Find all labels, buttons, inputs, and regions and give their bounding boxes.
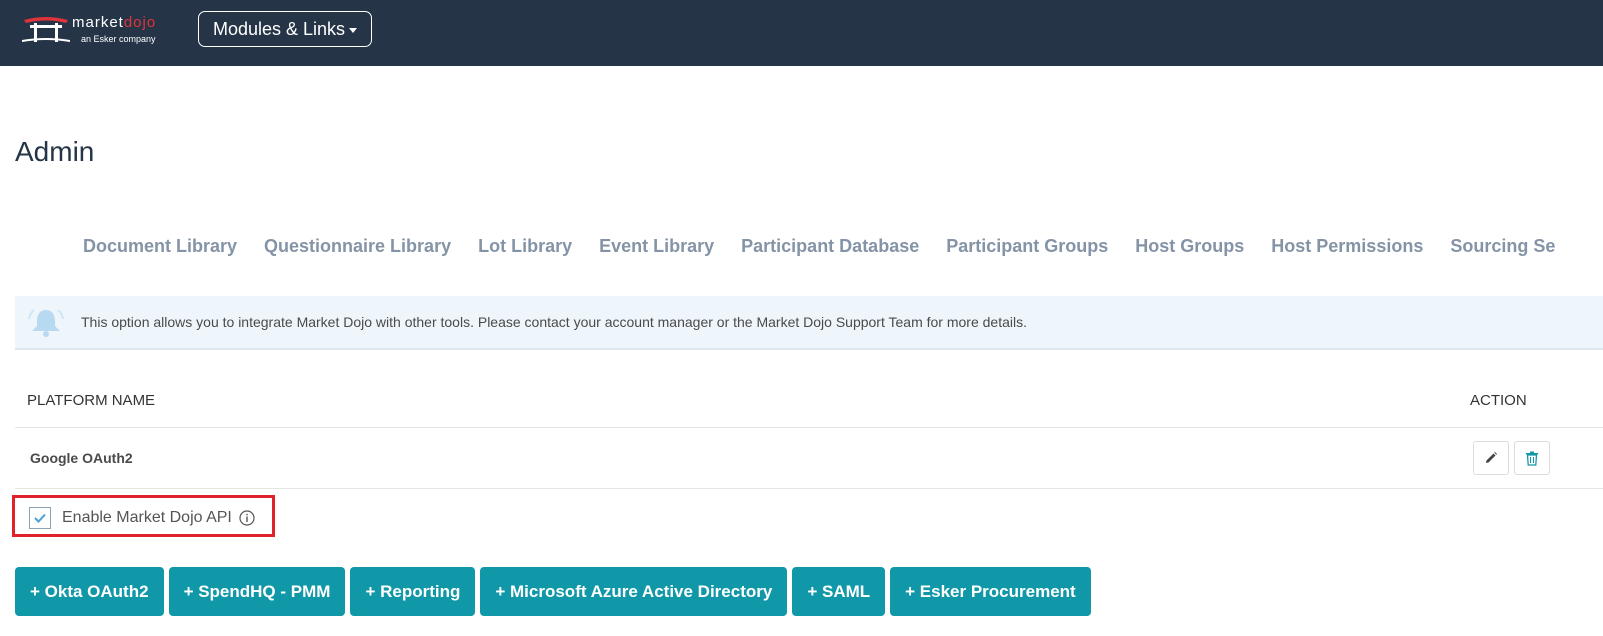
trash-icon xyxy=(1526,451,1538,466)
add-okta-oauth2-button[interactable]: + Okta OAuth2 xyxy=(15,567,164,616)
caret-down-icon xyxy=(349,27,358,33)
subnav-item-host-permissions[interactable]: Host Permissions xyxy=(1271,236,1423,257)
subnav-item-sourcing-settings[interactable]: Sourcing Se xyxy=(1450,236,1555,257)
bell-icon xyxy=(28,309,64,337)
info-icon[interactable] xyxy=(239,510,255,526)
enable-api-checkbox[interactable] xyxy=(29,507,51,529)
subnav-item-questionnaire-library[interactable]: Questionnaire Library xyxy=(264,236,451,257)
subnav-item-participant-groups[interactable]: Participant Groups xyxy=(946,236,1108,257)
add-esker-procurement-button[interactable]: + Esker Procurement xyxy=(890,567,1091,616)
subnav-item-participant-database[interactable]: Participant Database xyxy=(741,236,919,257)
enable-api-label[interactable]: Enable Market Dojo API xyxy=(62,509,232,527)
modules-links-label: Modules & Links xyxy=(212,18,346,39)
admin-subnav: Document Library Questionnaire Library Lot… xyxy=(83,236,1582,257)
add-integration-buttons: + Okta OAuth2 + SpendHQ - PMM + Reportin… xyxy=(15,567,1091,616)
subnav-item-lot-library[interactable]: Lot Library xyxy=(478,236,572,257)
torii-gate-icon xyxy=(22,17,70,42)
logo-tagline: an Esker company xyxy=(81,34,156,44)
subnav-item-host-groups[interactable]: Host Groups xyxy=(1135,236,1244,257)
column-header-action: ACTION xyxy=(1470,392,1527,409)
checkmark-icon xyxy=(34,513,46,523)
alert-message: This option allows you to integrate Mark… xyxy=(81,314,1027,330)
add-saml-button[interactable]: + SAML xyxy=(792,567,886,616)
add-spendhq-pmm-button[interactable]: + SpendHQ - PMM xyxy=(168,567,346,616)
info-alert: This option allows you to integrate Mark… xyxy=(15,296,1603,350)
subnav-item-document-library[interactable]: Document Library xyxy=(83,236,237,257)
subnav-item-event-library[interactable]: Event Library xyxy=(599,236,714,257)
page-title: Admin xyxy=(15,136,95,167)
add-reporting-button[interactable]: + Reporting xyxy=(350,567,476,616)
pencil-icon xyxy=(1486,452,1497,463)
platform-name-cell: Google OAuth2 xyxy=(30,450,133,466)
add-azure-ad-button[interactable]: + Microsoft Azure Active Directory xyxy=(480,567,788,616)
delete-button[interactable] xyxy=(1514,441,1550,475)
top-navbar: marketdojo an Esker company Modules & Li… xyxy=(0,0,1603,66)
logo-brand-text: marketdojo xyxy=(72,14,157,31)
column-header-platform-name: PLATFORM NAME xyxy=(27,392,156,409)
table-row: Google OAuth2 xyxy=(15,427,1603,489)
modules-links-dropdown[interactable]: Modules & Links xyxy=(198,11,372,47)
edit-button[interactable] xyxy=(1473,441,1509,475)
market-dojo-logo[interactable]: marketdojo an Esker company xyxy=(22,12,172,46)
